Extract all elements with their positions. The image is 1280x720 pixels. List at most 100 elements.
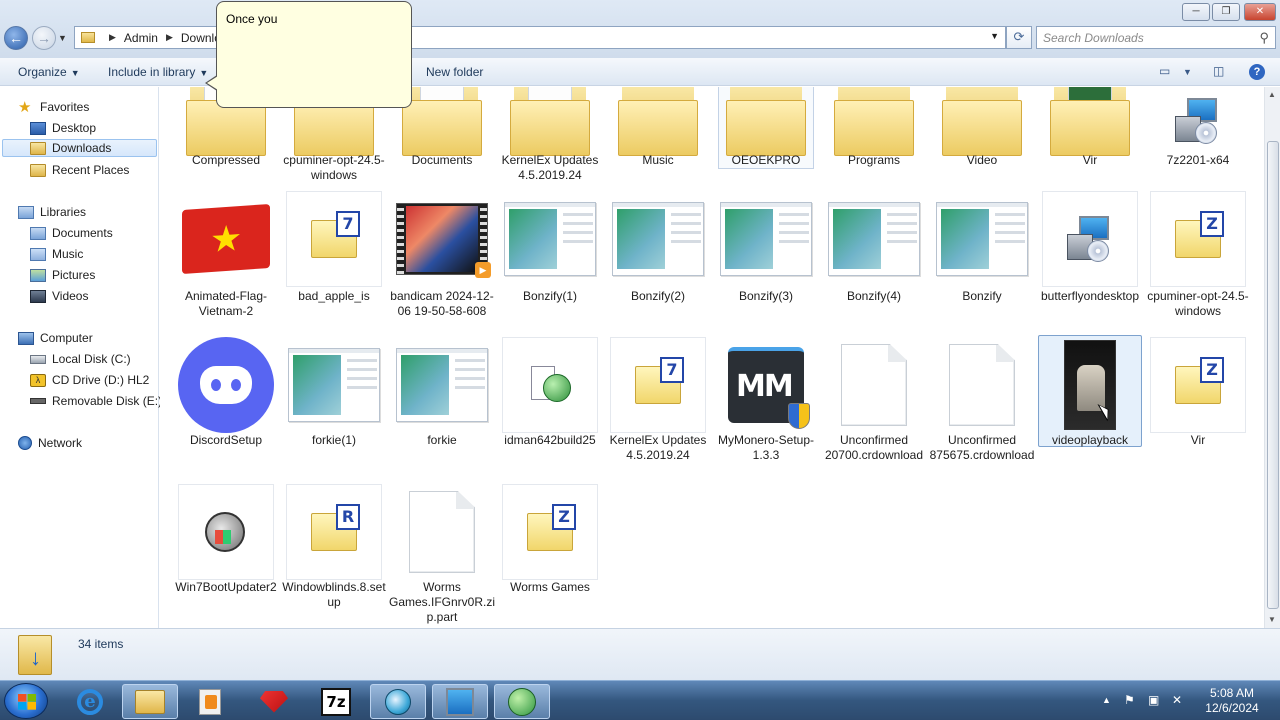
nav-downloads[interactable]: Downloads (2, 139, 157, 157)
archive-tag: Z (552, 504, 576, 530)
recent-pages-dropdown[interactable]: ▼ (58, 33, 67, 43)
scrollbar-thumb[interactable] (1267, 141, 1279, 609)
volume-muted-icon[interactable]: ✕ (1172, 693, 1182, 707)
taskbar-cyan-app[interactable] (370, 684, 426, 719)
maximize-button[interactable]: ❐ (1212, 3, 1240, 21)
chevron-right-icon[interactable]: ▶ (109, 32, 116, 43)
blank-file-icon (934, 337, 1030, 433)
red-gem-icon (260, 690, 288, 713)
file-name: Vir (1190, 433, 1206, 447)
taskbar-7zip[interactable]: 7z (308, 684, 364, 719)
change-view-icon[interactable]: ▭ (1159, 64, 1170, 78)
nav-label: Documents (52, 226, 113, 240)
mymonero-icon: MM (718, 337, 814, 433)
archive-icon: Z (1150, 337, 1246, 433)
computer-icon (18, 331, 34, 345)
help-icon[interactable]: ? (1249, 64, 1265, 80)
preview-pane-icon[interactable]: ◫ (1213, 64, 1224, 78)
speech-balloon-tooltip: Once you (205, 1, 412, 108)
forward-button[interactable]: → (32, 26, 56, 50)
include-library-label: Include in library (108, 65, 196, 79)
breadcrumb-admin[interactable]: Admin (124, 31, 158, 45)
search-placeholder: Search Downloads (1043, 31, 1144, 45)
nav-music[interactable]: Music (30, 245, 83, 263)
vertical-scrollbar[interactable]: ▲ ▼ (1264, 87, 1280, 628)
file-name: Animated-Flag-Vietnam-2 (184, 289, 268, 318)
hard-disk-icon (30, 354, 46, 364)
taskbar-gem-app[interactable] (246, 684, 302, 719)
balloon-text: Once you (226, 12, 278, 26)
nav-computer[interactable]: Computer (18, 329, 93, 347)
system-clock[interactable]: 5:08 AM 12/6/2024 (1194, 686, 1270, 716)
nav-videos[interactable]: Videos (30, 287, 88, 305)
search-input[interactable]: Search Downloads ⚲ (1036, 26, 1276, 49)
explorer-folder-icon (135, 689, 165, 714)
file-name: Windowblinds.8.setup (282, 580, 386, 609)
taskbar-media-player[interactable] (182, 684, 238, 719)
close-button[interactable]: ✕ (1244, 3, 1276, 21)
search-icon[interactable]: ⚲ (1259, 30, 1269, 46)
taskbar-ie[interactable]: e (62, 684, 118, 719)
nav-cd-drive[interactable]: λ CD Drive (D:) HL2 (30, 371, 149, 389)
taskbar-idm[interactable] (494, 684, 550, 719)
scroll-down-icon[interactable]: ▼ (1268, 615, 1276, 624)
nav-label: Libraries (40, 205, 87, 219)
desktop-icon (30, 121, 46, 135)
app-window-icon (610, 191, 706, 287)
show-hidden-icons[interactable]: ▲ (1102, 695, 1111, 705)
file-name: forkie(1) (311, 433, 356, 447)
action-center-flag-icon[interactable]: ⚑ (1124, 693, 1135, 707)
network-tray-icon[interactable]: ▣ (1148, 693, 1159, 707)
app-window-icon (286, 337, 382, 433)
file-name: OEOEKPRO (731, 153, 801, 167)
chevron-down-icon[interactable]: ▼ (990, 31, 999, 41)
new-folder-button[interactable]: New folder (426, 65, 483, 79)
nav-documents[interactable]: Documents (30, 224, 113, 242)
music-icon (30, 247, 46, 261)
chevron-right-icon[interactable]: ▶ (166, 32, 173, 43)
globe-app-icon (385, 688, 411, 715)
recent-places-icon (30, 163, 46, 177)
nav-desktop[interactable]: Desktop (30, 119, 96, 137)
back-button[interactable]: ← (4, 26, 28, 50)
video-file-icon: ▶ (394, 191, 491, 287)
file-name: Worms Games (510, 580, 590, 594)
windows-logo-icon (18, 694, 36, 710)
nav-pictures[interactable]: Pictures (30, 266, 95, 284)
nav-libraries[interactable]: Libraries (18, 203, 86, 221)
start-button[interactable] (4, 683, 48, 719)
file-name: butterflyondesktop (1040, 289, 1140, 303)
library-icon (18, 205, 34, 219)
app-window-icon (502, 191, 598, 287)
address-path[interactable]: ▶ Admin ▶ Downloads ▼ (74, 26, 1006, 49)
taskbar-setup[interactable] (432, 684, 488, 719)
include-in-library-button[interactable]: Include in library ▼ (108, 65, 208, 79)
folder-icon (81, 32, 95, 43)
scroll-up-icon[interactable]: ▲ (1268, 90, 1276, 99)
command-bar: Organize ▼ Include in library ▼ New folder… (0, 58, 1280, 86)
refresh-button[interactable]: ⟳ (1006, 26, 1032, 49)
network-icon (18, 436, 32, 450)
file-name: Unconfirmed 20700.crdownload (824, 433, 924, 462)
file-name: Win7BootUpdater2 (175, 580, 277, 594)
view-dropdown-icon[interactable]: ▼ (1183, 67, 1192, 77)
file-name: Video (966, 153, 998, 167)
navigation-pane: ★ Favorites Desktop Downloads Recent Plac… (0, 87, 162, 628)
nav-local-disk[interactable]: Local Disk (C:) (30, 350, 131, 368)
nav-label: Recent Places (52, 163, 130, 177)
file-name: Unconfirmed 875675.crdownload (929, 433, 1035, 462)
videos-icon (30, 289, 46, 303)
nav-removable-disk[interactable]: Removable Disk (E:) (30, 392, 162, 410)
nav-network[interactable]: Network (18, 434, 82, 452)
nav-favorites[interactable]: ★ Favorites (18, 98, 89, 116)
nav-recent-places[interactable]: Recent Places (30, 161, 129, 179)
download-arrow-icon: ↓ (30, 645, 41, 670)
setup-icon (1042, 191, 1138, 287)
documents-icon (30, 226, 46, 240)
downloads-folder-icon (30, 141, 46, 155)
organize-button[interactable]: Organize ▼ (18, 65, 80, 79)
file-name: MyMonero-Setup-1.3.3 (717, 433, 815, 462)
minimize-button[interactable]: ─ (1182, 3, 1210, 21)
discord-icon (178, 337, 274, 433)
taskbar-explorer[interactable] (122, 684, 178, 719)
